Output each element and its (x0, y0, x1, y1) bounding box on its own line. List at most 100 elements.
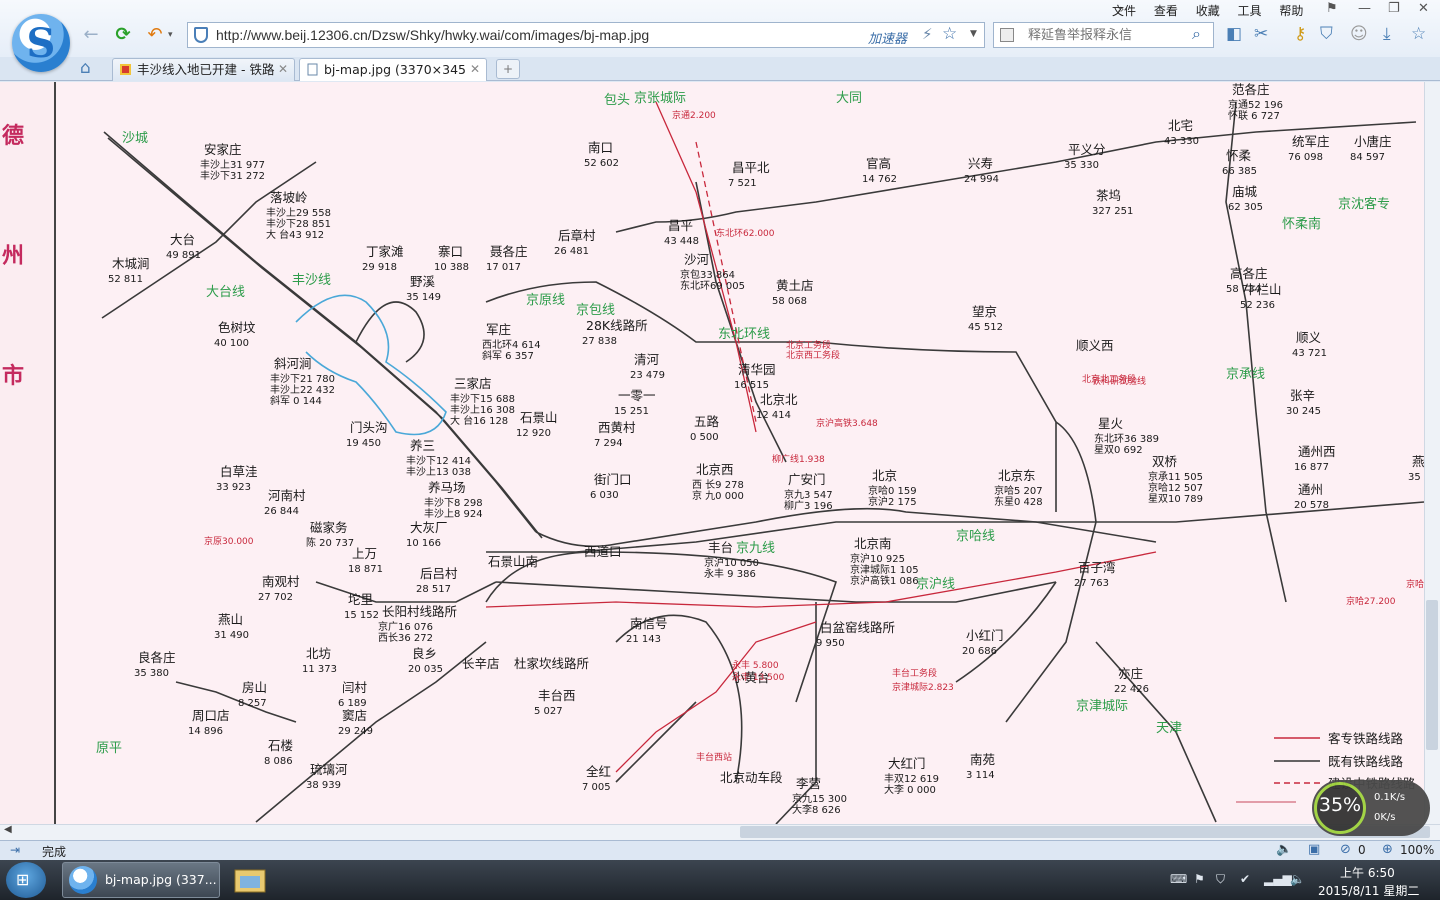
address-bar[interactable]: http://www.beij.12306.cn/Dzsw/Shky/hwky.… (187, 22, 985, 48)
station-km: 京沪10 050 (704, 556, 759, 569)
accelerator-label[interactable]: 加速器 (868, 28, 907, 47)
menu-help[interactable]: 帮助 (1279, 4, 1303, 18)
clock-time[interactable]: 上午 6:50 (1340, 864, 1395, 881)
keyboard-icon[interactable]: ⌨ (1170, 872, 1187, 886)
undo-close-button[interactable]: ↶ (144, 24, 166, 46)
user-icon[interactable]: ☺ (1350, 24, 1368, 44)
security-shield-icon (194, 27, 208, 43)
map-note: 京哈27.200 (1346, 595, 1396, 607)
station-km: 柳广3 196 (784, 499, 833, 512)
station-name: 大台 (170, 232, 195, 247)
skin-icon[interactable]: ⚑ (1326, 1, 1338, 16)
station-name: 安家庄 (204, 142, 242, 157)
favorite-star-icon[interactable]: ☆ (942, 24, 957, 44)
vertical-scroll-thumb[interactable] (1426, 600, 1438, 750)
tray-shield-icon[interactable]: ⛉ (1216, 872, 1225, 887)
address-url[interactable]: http://www.beij.12306.cn/Dzsw/Shky/hwky.… (216, 27, 649, 43)
network-speed-widget[interactable]: 35% 0.1K/s 0K/s (1312, 780, 1430, 836)
station-km: 东星0 428 (994, 495, 1043, 508)
station-km: 5 027 (534, 706, 563, 717)
menu-file[interactable]: 文件 (1112, 4, 1136, 18)
undo-dropdown-icon[interactable]: ▾ (168, 30, 173, 40)
back-button[interactable]: ← (80, 24, 102, 46)
map-note: 北京西工务段 (786, 349, 840, 361)
station-name: 南口 (588, 140, 613, 155)
station-name: 北京南 (854, 536, 892, 551)
volume-icon[interactable]: 🔈 (1290, 872, 1305, 886)
scissors-icon[interactable]: ✂ (1254, 24, 1268, 44)
address-dropdown-icon[interactable]: ▼ (970, 29, 977, 39)
station-km: 丰沙上8 924 (424, 507, 483, 520)
station-name: 白盆窑线路所 (820, 620, 895, 635)
line-label: 包头 (604, 93, 630, 108)
tray-security-icon[interactable]: ✔ (1240, 872, 1250, 886)
station-km: 40 100 (214, 338, 249, 349)
menu-tools[interactable]: 工具 (1238, 4, 1262, 18)
station-name: 顺义 (1296, 330, 1322, 345)
new-tab-button[interactable]: + (496, 59, 520, 79)
close-tab-icon[interactable]: ✕ (470, 59, 480, 80)
scroll-left-arrow-icon[interactable]: ◀ (4, 824, 12, 835)
map-edge-text: 德 (2, 124, 25, 149)
restore-button[interactable]: ❐ (1388, 1, 1400, 16)
close-tab-icon[interactable]: ✕ (278, 59, 288, 80)
menu-favorites[interactable]: 收藏 (1196, 4, 1220, 18)
screenshot-icon[interactable]: ▣ (1308, 842, 1320, 857)
map-note: 北京工务段 (786, 339, 831, 351)
station-km: 38 939 (306, 780, 341, 791)
station-name: 庙城 (1232, 184, 1258, 199)
station-km: 京沪10 925 (850, 552, 905, 565)
refresh-button[interactable]: ⟳ (112, 24, 134, 46)
shield-icon[interactable]: ⛉ (1320, 24, 1333, 44)
zoom-level[interactable]: 100% (1400, 843, 1434, 857)
minimize-button[interactable]: — (1358, 1, 1371, 16)
block-icon[interactable]: ⊘ (1340, 842, 1351, 857)
station-km: 京九15 300 (792, 792, 847, 805)
tab-bar: ⌂ 丰沙线入地已开建 - 铁路 ✕ bj-map.jpg (3370×345 ✕… (0, 57, 1440, 81)
station-km: 14 762 (862, 174, 897, 185)
home-icon[interactable]: ⌂ (80, 58, 91, 78)
file-explorer-icon[interactable] (232, 864, 268, 896)
extension-icon[interactable]: ◧ (1226, 24, 1242, 44)
clock-date[interactable]: 2015/8/11 星期二 (1318, 882, 1419, 899)
river (295, 294, 447, 436)
search-input[interactable] (1028, 27, 1188, 42)
line-label: 大同 (836, 91, 862, 106)
station-name: 全红 (586, 764, 611, 779)
station-km: 19 450 (346, 438, 381, 449)
network-icon[interactable]: ▂▄▆ (1264, 872, 1292, 886)
station-km: 9 950 (816, 638, 845, 649)
taskbar-browser-item[interactable]: bj-map.jpg (337... (62, 862, 220, 898)
sidebar-toggle-icon[interactable]: ⇥ (10, 843, 20, 857)
search-box[interactable]: ⌕ (993, 22, 1214, 48)
download-icon[interactable]: ⤓ (1383, 24, 1391, 44)
tab-bj-map[interactable]: bj-map.jpg (3370×345 ✕ (299, 58, 487, 81)
bolt-icon[interactable]: ⚡ (922, 25, 933, 43)
station-km: 33 923 (216, 482, 251, 493)
key-icon[interactable]: ⚷ (1294, 24, 1306, 44)
station-km: 斜军 0 144 (270, 394, 322, 407)
station-km: 丰沙下8 298 (424, 496, 483, 509)
search-icon[interactable]: ⌕ (1192, 24, 1201, 44)
station-name: 燕郊 (1412, 454, 1424, 469)
map-edge-text: 州 (2, 244, 25, 269)
station-km: 45 512 (968, 322, 1003, 333)
search-engine-icon[interactable] (1000, 28, 1014, 42)
station-km: 8 086 (264, 756, 293, 767)
close-window-button[interactable]: ✕ (1418, 1, 1429, 16)
station-km: 58 068 (772, 296, 807, 307)
speaker-icon[interactable]: 🔈 (1276, 842, 1292, 857)
station-km: 52 602 (584, 158, 619, 169)
bookmark-star-icon[interactable]: ☆ (1411, 24, 1426, 44)
station-km: 京哈5 207 (994, 484, 1043, 497)
menu-view[interactable]: 查看 (1154, 4, 1178, 18)
station-km: 52 811 (108, 274, 143, 285)
start-button[interactable]: ⊞ (6, 862, 46, 898)
tab-fengsha[interactable]: 丰沙线入地已开建 - 铁路 ✕ (112, 58, 295, 81)
station-km: 6 030 (590, 490, 619, 501)
image-viewport[interactable]: 德 州 市 安家庄 丰沙上31 977 丰沙下31 272 落坡岭 丰沙上29 … (0, 82, 1440, 824)
zoom-icon[interactable]: ⊕ (1382, 842, 1393, 857)
station-km: 14 896 (188, 726, 223, 737)
browser-logo[interactable]: S (12, 14, 70, 72)
tray-flag-icon[interactable]: ⚑ (1194, 872, 1205, 886)
